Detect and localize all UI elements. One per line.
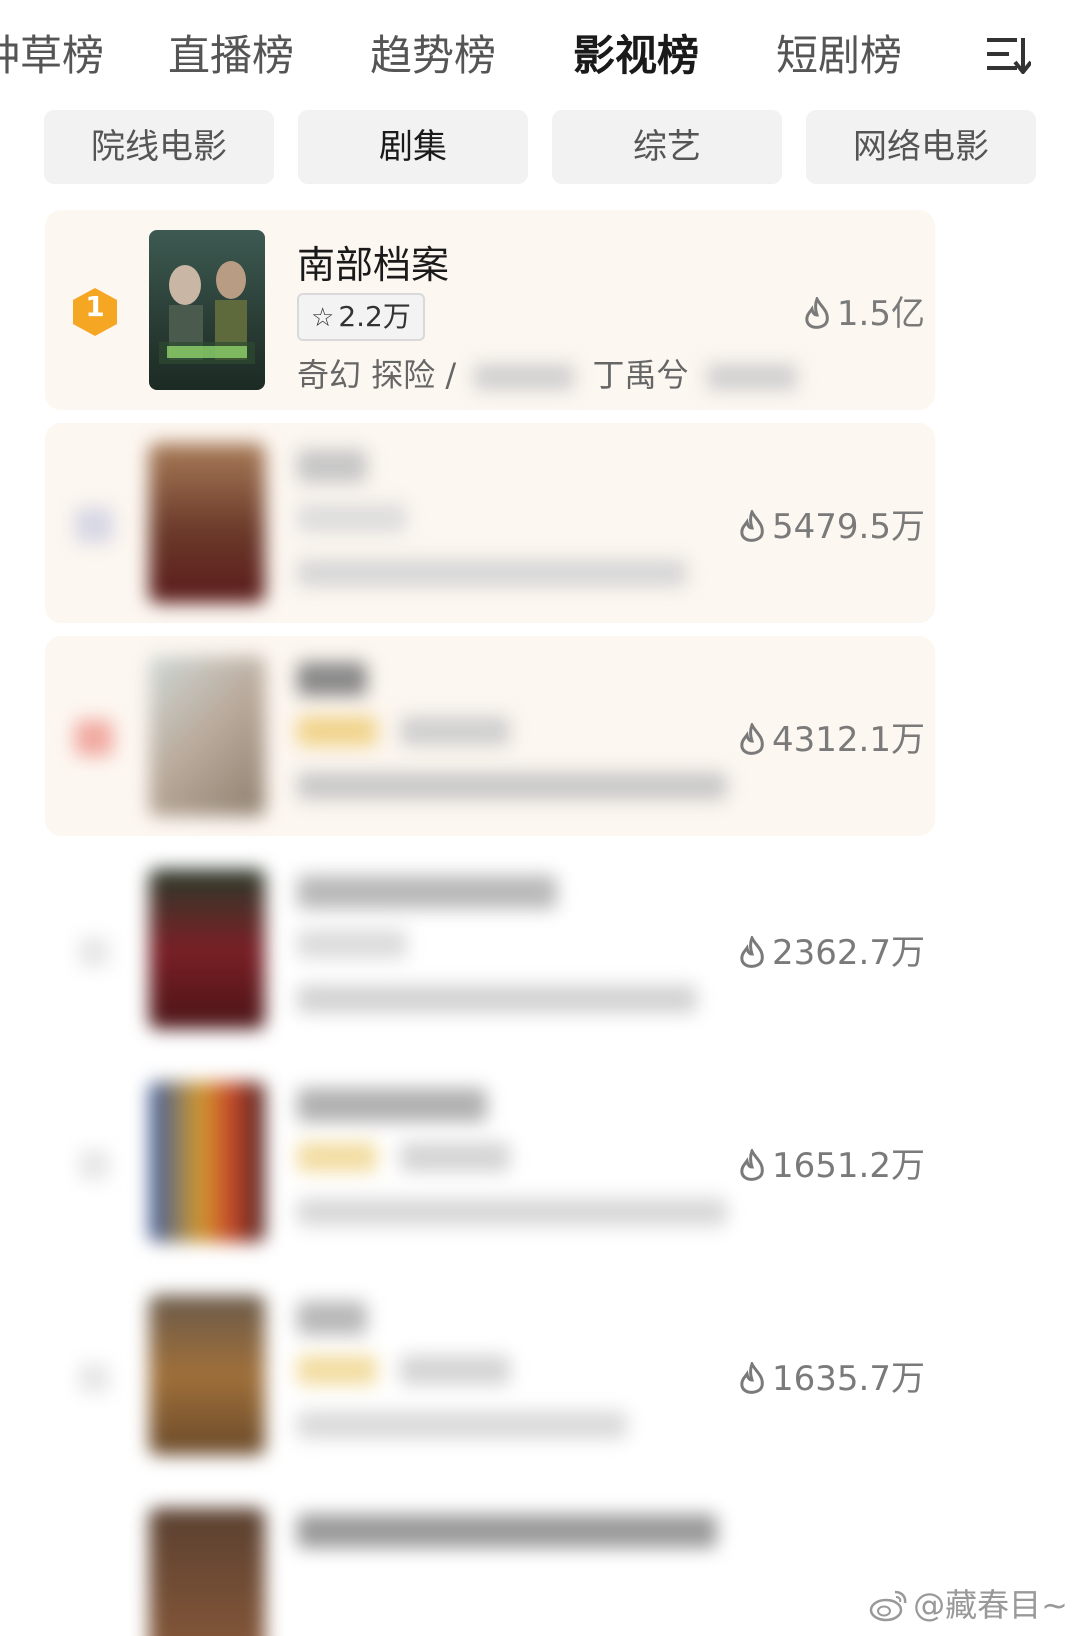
blurred-rating-count xyxy=(400,1142,510,1172)
blurred-title xyxy=(297,1301,367,1335)
heat-value: 1.5亿 xyxy=(803,286,925,335)
blurred-cast xyxy=(474,364,575,390)
weibo-icon xyxy=(869,1590,907,1622)
blurred-title xyxy=(297,449,367,483)
poster-image[interactable] xyxy=(149,1082,265,1242)
genre-tags: 奇幻 探险 / xyxy=(297,356,457,394)
star-icon: ☆ xyxy=(311,303,335,333)
tab-trend[interactable]: 趋势榜 xyxy=(370,22,496,83)
poster-image[interactable] xyxy=(149,1295,265,1455)
flame-icon xyxy=(740,508,764,542)
rank-badge-blurred xyxy=(75,507,113,543)
heat-value: 5479.5万 xyxy=(738,499,925,548)
flame-icon xyxy=(740,721,764,755)
heat-number: 5479.5万 xyxy=(772,507,925,547)
blurred-rating xyxy=(297,1142,377,1172)
flame-icon xyxy=(740,934,764,968)
blurred-rating xyxy=(297,929,407,959)
cast-name: 丁禹兮 xyxy=(592,356,689,394)
rating-value: 2.2万 xyxy=(338,300,411,333)
ranking-row[interactable]: 5479.5万 xyxy=(45,423,935,623)
poster-image[interactable] xyxy=(149,230,265,390)
rank-badge-blurred xyxy=(79,1363,109,1393)
watermark-text: @藏春目~ xyxy=(913,1586,1068,1624)
subtab-series[interactable]: 剧集 xyxy=(298,110,528,184)
ranking-row[interactable]: 2362.7万 xyxy=(45,849,935,1049)
blurred-rating xyxy=(297,503,407,533)
blurred-rating xyxy=(297,1355,377,1385)
rank-badge-blurred xyxy=(79,937,109,967)
heat-number: 4312.1万 xyxy=(772,720,925,760)
poster-image[interactable] xyxy=(149,443,265,603)
tab-short-drama[interactable]: 短剧榜 xyxy=(776,22,902,83)
subtab-cinema-movie[interactable]: 院线电影 xyxy=(44,110,274,184)
rank-badge-blurred xyxy=(75,720,113,756)
flame-icon xyxy=(740,1147,764,1181)
heat-value: 4312.1万 xyxy=(738,712,925,761)
blurred-rating xyxy=(297,716,377,746)
blurred-meta xyxy=(297,985,697,1013)
subtab-variety[interactable]: 综艺 xyxy=(552,110,782,184)
rank-badge-blurred xyxy=(79,1150,109,1180)
heat-number: 2362.7万 xyxy=(772,933,925,973)
ranking-row[interactable]: 1 南部档案 ☆ 2.2万 奇幻 探险 / 丁禹兮 1.5亿 xyxy=(45,210,935,410)
heat-number: 1651.2万 xyxy=(772,1146,925,1186)
blurred-meta xyxy=(297,1411,627,1439)
rating-chip: ☆ 2.2万 xyxy=(297,293,425,341)
tab-film-tv[interactable]: 影视榜 xyxy=(573,22,699,83)
rank-number: 1 xyxy=(85,290,105,323)
ranking-row[interactable]: 4312.1万 xyxy=(45,636,935,836)
poster-image[interactable] xyxy=(149,869,265,1029)
subtab-web-movie[interactable]: 网络电影 xyxy=(806,110,1036,184)
tab-live[interactable]: 直播榜 xyxy=(168,22,294,83)
drama-title: 南部档案 xyxy=(297,243,450,287)
top-tab-bar: 种草榜 直播榜 趋势榜 影视榜 短剧榜 xyxy=(0,0,1080,105)
blurred-title xyxy=(297,1514,717,1548)
ranking-row[interactable]: 1635.7万 xyxy=(45,1275,935,1475)
blurred-meta xyxy=(297,1198,727,1226)
blurred-title xyxy=(297,1088,487,1122)
heat-number: 1635.7万 xyxy=(772,1359,925,1399)
blurred-title xyxy=(297,875,557,909)
flame-icon xyxy=(740,1360,764,1394)
heat-value: 1651.2万 xyxy=(738,1138,925,1187)
blurred-rating-count xyxy=(400,716,510,746)
tab-seeding[interactable]: 种草榜 xyxy=(0,22,104,83)
flame-icon xyxy=(805,295,829,329)
poster-image[interactable] xyxy=(149,1508,265,1636)
poster-image[interactable] xyxy=(149,656,265,816)
heat-number: 1.5亿 xyxy=(836,294,925,334)
heat-value: 1635.7万 xyxy=(738,1351,925,1400)
drama-meta: 奇幻 探险 / 丁禹兮 xyxy=(297,350,797,396)
heat-value: 2362.7万 xyxy=(738,925,925,974)
watermark: @藏春目~ xyxy=(869,1580,1068,1626)
blurred-title xyxy=(297,662,367,696)
list-menu-icon[interactable] xyxy=(985,34,1031,74)
blurred-cast xyxy=(706,364,797,390)
ranking-row[interactable]: 1651.2万 xyxy=(45,1062,935,1262)
blurred-rating-count xyxy=(400,1355,510,1385)
ranking-row[interactable] xyxy=(45,1488,935,1636)
blurred-meta xyxy=(297,559,687,587)
blurred-meta xyxy=(297,772,727,800)
